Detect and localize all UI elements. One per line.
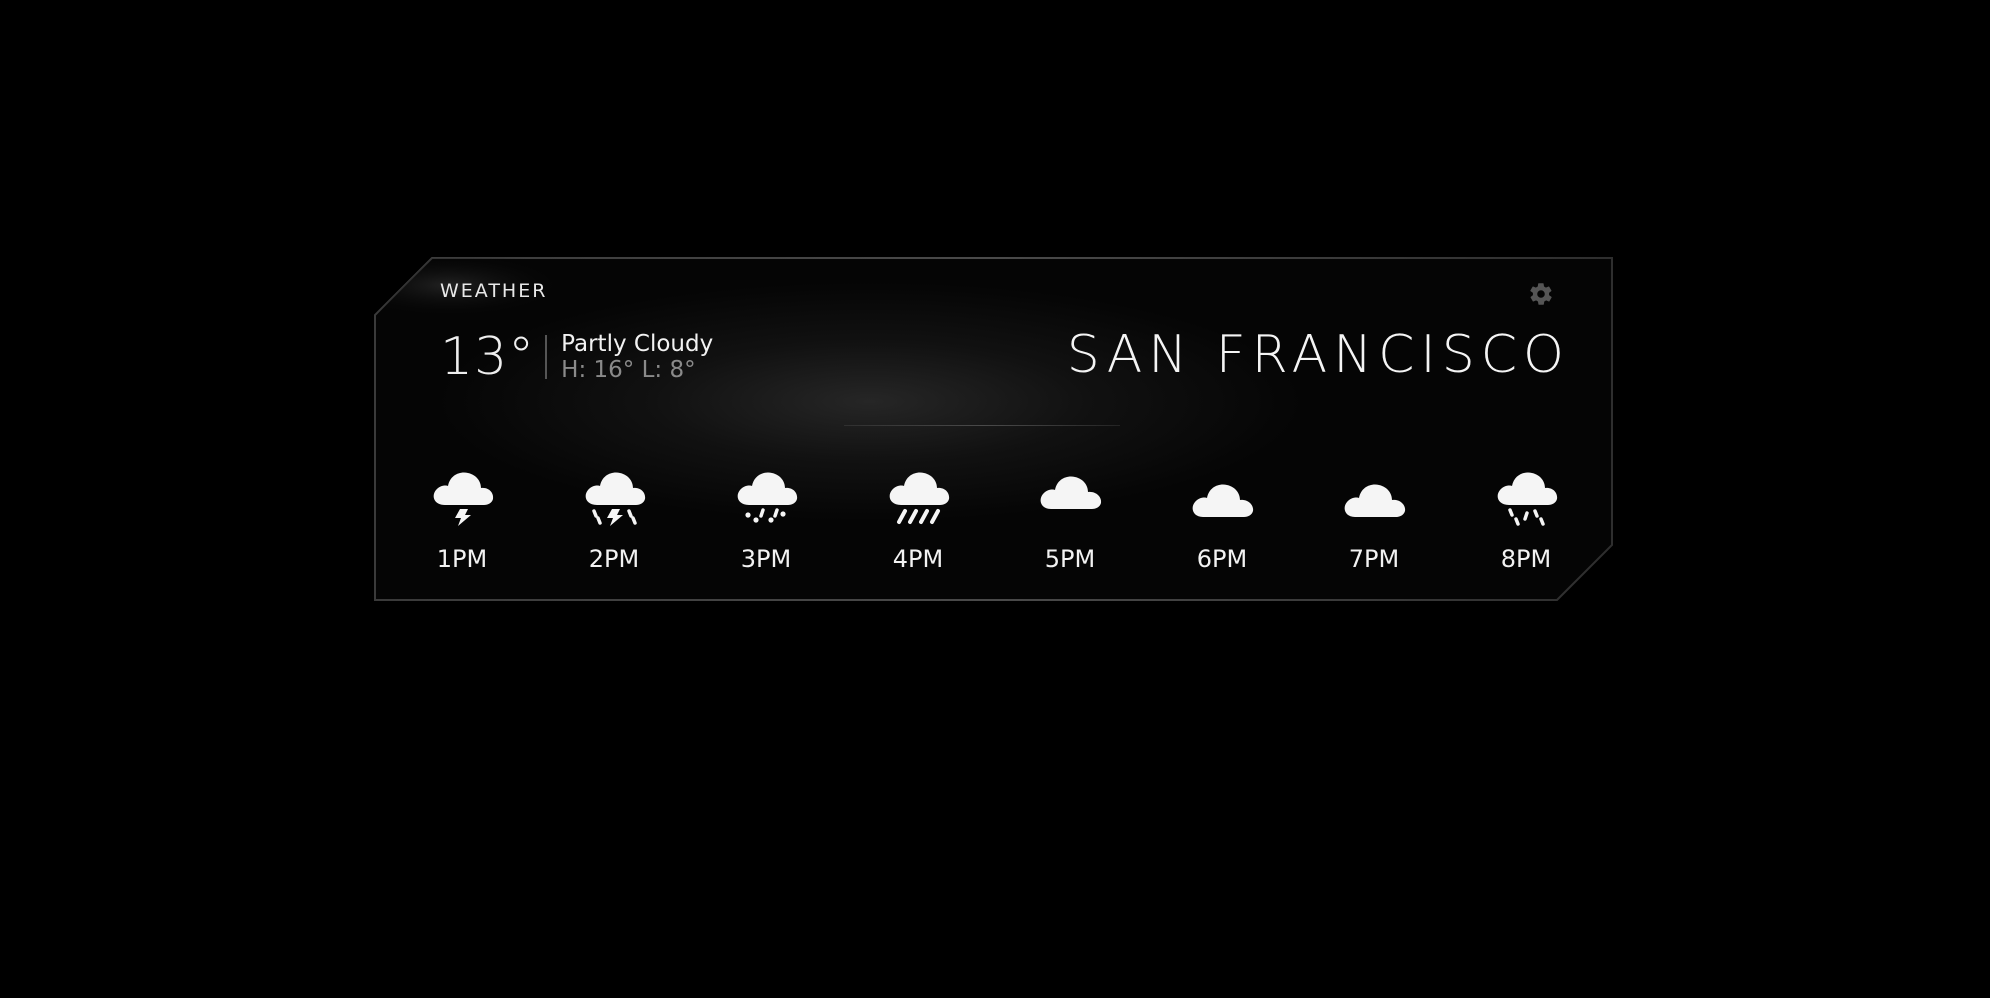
forecast-time: 5PM — [1044, 545, 1096, 573]
condition-block: Partly Cloudy H: 16° L: 8° — [561, 331, 713, 383]
forecast-time: 1PM — [436, 545, 488, 573]
forecast-item: 4PM — [863, 463, 973, 573]
divider-line — [844, 425, 1120, 426]
forecast-time: 7PM — [1348, 545, 1400, 573]
condition-text: Partly Cloudy — [561, 331, 714, 357]
forecast-item: 7PM — [1319, 463, 1429, 573]
weather-widget: WEATHER 13° Partly Cloudy H: 16° L: 8° S… — [374, 257, 1614, 602]
forecast-item: 8PM — [1471, 463, 1581, 573]
forecast-item: 1PM — [407, 463, 517, 573]
city-name: SAN FRANCISCO — [1066, 325, 1570, 385]
gear-icon — [1530, 283, 1552, 305]
current-temperature: 13° — [440, 327, 536, 387]
forecast-time: 2PM — [588, 545, 640, 573]
forecast-time: 3PM — [740, 545, 792, 573]
drizzle-icon — [1497, 472, 1558, 526]
settings-button[interactable] — [1526, 279, 1556, 309]
rain-thunderstorm-icon — [585, 472, 646, 526]
widget-title: WEATHER — [440, 280, 548, 302]
hourly-forecast: 1PM 2PM 3PM 4PM 5PM 6PM 7PM 8PM — [374, 463, 1614, 583]
cloud-icon — [1192, 484, 1254, 517]
forecast-item: 2PM — [559, 463, 669, 573]
current-conditions: 13° Partly Cloudy H: 16° L: 8° — [440, 327, 713, 387]
forecast-time: 6PM — [1196, 545, 1248, 573]
forecast-item: 6PM — [1167, 463, 1277, 573]
forecast-time: 4PM — [892, 545, 944, 573]
sleet-icon — [737, 472, 798, 523]
current-separator — [545, 335, 548, 379]
cloud-icon — [1344, 484, 1406, 517]
high-low-text: H: 16° L: 8° — [561, 357, 696, 383]
heavy-rain-icon — [889, 472, 950, 524]
thunderstorm-icon — [433, 472, 494, 526]
screen: WEATHER 13° Partly Cloudy H: 16° L: 8° S… — [0, 0, 1990, 998]
forecast-item: 5PM — [1015, 463, 1125, 573]
forecast-time: 8PM — [1500, 545, 1552, 573]
cloud-icon — [1040, 476, 1102, 509]
forecast-item: 3PM — [711, 463, 821, 573]
